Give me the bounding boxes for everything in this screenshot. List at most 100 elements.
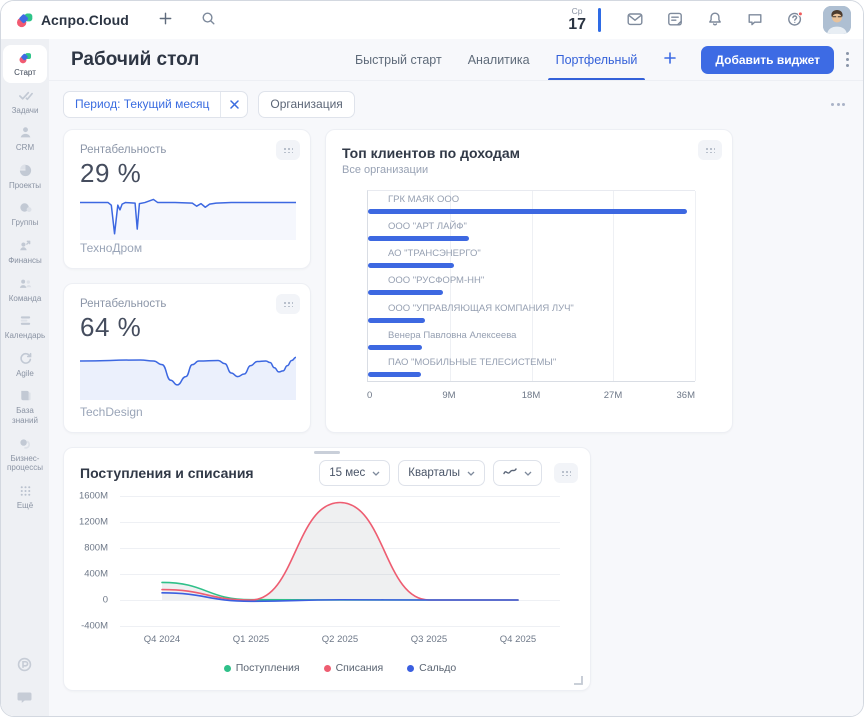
y-tick-label: -400M <box>81 621 108 632</box>
knowledge-base-icon <box>18 388 33 403</box>
bar-label: ООО "УПРАВЛЯЮЩАЯ КОМПАНИЯ ЛУЧ" <box>368 303 695 314</box>
sidebar-item-crm[interactable]: CRM <box>3 120 47 158</box>
more-menu-button[interactable] <box>842 47 853 72</box>
help-icon <box>786 10 804 31</box>
tab-1[interactable]: Быстрый старт <box>347 39 450 80</box>
sidebar-item-finance[interactable]: Финансы <box>3 233 47 271</box>
chart-type-select[interactable] <box>493 460 542 486</box>
add-tab-button[interactable] <box>657 50 683 69</box>
calendar-date[interactable]: Ср 17 <box>568 7 586 33</box>
bar <box>368 318 425 323</box>
sidebar-item-team[interactable]: Команда <box>3 271 47 309</box>
period-filter-label: Период: Текущий месяц <box>64 97 220 111</box>
notifications-button[interactable] <box>695 6 735 35</box>
user-avatar[interactable] <box>823 6 851 34</box>
sidebar-item-label: База знаний <box>3 406 47 425</box>
drag-dots-icon <box>283 147 293 153</box>
widget-resize-handle[interactable] <box>571 673 583 685</box>
sidebar-item-agile[interactable]: Agile <box>3 346 47 384</box>
period-filter-clear-button[interactable] <box>220 92 247 117</box>
company-label: TechDesign <box>80 405 143 419</box>
search-icon <box>200 10 217 30</box>
sidebar-item-groups[interactable]: Группы <box>3 195 47 233</box>
widget-drag-handle[interactable] <box>554 463 578 483</box>
cashflow-header: Поступления и списания 15 мес Кварталы <box>64 448 590 486</box>
add-widget-button[interactable]: Добавить виджет <box>701 46 834 74</box>
filters-more-button[interactable] <box>825 97 851 112</box>
sidebar-item-projects[interactable]: Проекты <box>3 158 47 196</box>
legend-label: Списания <box>336 662 384 674</box>
sidebar-item-more[interactable]: Ещё <box>3 478 47 516</box>
sidebar-item-start[interactable]: Старт <box>3 45 47 83</box>
period-filter-chip[interactable]: Период: Текущий месяц <box>63 91 248 118</box>
y-tick-label: 0 <box>103 595 108 606</box>
bar-row: АО "ТРАНСЭНЕРГО" <box>368 245 695 272</box>
page-header: Рабочий стол Быстрый стартАналитикаПортф… <box>49 39 863 81</box>
bar-label: АО "ТРАНСЭНЕРГО" <box>368 248 695 259</box>
cashflow-svg <box>120 496 560 626</box>
widget-drag-handle[interactable] <box>276 294 300 314</box>
plus-icon <box>157 10 174 30</box>
x-axis-labels: Q4 2024Q1 2025Q2 2025Q3 2025Q4 2025 <box>120 634 560 648</box>
y-tick-label: 1600M <box>79 491 108 502</box>
bar-row: ПАО "МОБИЛЬНЫЕ ТЕЛЕСИСТЕМЫ" <box>368 354 695 381</box>
sidebar-item-label: Финансы <box>8 256 42 266</box>
sidebar-item-business-processes[interactable]: Бизнес-процессы <box>3 431 47 478</box>
messages-button[interactable] <box>735 6 775 35</box>
legend-item[interactable]: Поступления <box>224 662 300 674</box>
widget-drag-handle[interactable] <box>276 140 300 160</box>
gridline <box>120 626 560 627</box>
chevron-down-icon <box>372 467 380 479</box>
gridline <box>695 191 696 381</box>
projects-icon <box>18 163 33 178</box>
y-tick-label: 400M <box>84 569 108 580</box>
legend-label: Поступления <box>236 662 300 674</box>
page-title: Рабочий стол <box>71 49 199 71</box>
mail-button[interactable] <box>615 6 655 35</box>
start-logo-icon <box>18 50 33 65</box>
sidebar-item-label: Проекты <box>9 181 41 191</box>
chart-legend: Поступления Списания Сальдо <box>120 662 560 674</box>
search-button[interactable] <box>196 6 221 34</box>
app-window: Аспро.Cloud Ср 17 СтартЗадачиCRM Проекты Г… <box>0 0 864 717</box>
top-clients-widget: Топ клиентов по доходам Все организации … <box>325 129 733 433</box>
tab-2[interactable]: Аналитика <box>460 39 538 80</box>
brand-name: Аспро.Cloud <box>41 12 129 28</box>
main-content: Рабочий стол Быстрый стартАналитикаПортф… <box>49 39 863 716</box>
drag-dots-icon <box>705 147 715 153</box>
filters-bar: Период: Текущий месяц Организация <box>63 81 851 127</box>
organization-filter-chip[interactable]: Организация <box>258 91 354 118</box>
dashboard-tabs: Быстрый стартАналитикаПортфельный <box>347 39 645 80</box>
legend-item[interactable]: Сальдо <box>407 662 456 674</box>
widget-subtitle: Все организации <box>342 164 716 176</box>
x-tick-label: 27M <box>604 390 622 401</box>
x-tick-label: Q1 2025 <box>233 634 269 645</box>
widget-resize-dash[interactable] <box>314 451 340 454</box>
profitability-value: 64 % <box>80 312 294 343</box>
sidebar-promo-button[interactable] <box>16 656 34 674</box>
create-button[interactable] <box>153 6 178 34</box>
notes-button[interactable] <box>655 6 695 35</box>
help-button[interactable] <box>775 6 815 35</box>
sidebar-item-tasks[interactable]: Задачи <box>3 83 47 121</box>
organization-filter-label: Организация <box>259 97 353 111</box>
drag-dots-icon <box>561 470 571 476</box>
widget-drag-handle[interactable] <box>698 140 722 160</box>
grouping-select[interactable]: Кварталы <box>398 460 485 486</box>
sidebar-item-calendar[interactable]: Календарь <box>3 308 47 346</box>
legend-dot-icon <box>224 665 231 672</box>
range-select[interactable]: 15 мес <box>319 460 390 486</box>
x-tick-label: Q2 2025 <box>322 634 358 645</box>
sidebar-item-label: Команда <box>9 294 42 304</box>
tab-3[interactable]: Портфельный <box>548 39 646 80</box>
sidebar-item-knowledge-base[interactable]: База знаний <box>3 383 47 430</box>
bar-row: ГРК МАЯК ООО <box>368 191 695 218</box>
sidebar-item-label: Agile <box>16 369 34 379</box>
bar <box>368 345 422 350</box>
sidebar-support-button[interactable] <box>16 688 34 706</box>
legend-item[interactable]: Списания <box>324 662 384 674</box>
app-logo-icon <box>15 10 35 30</box>
more-icon <box>18 483 33 498</box>
bar-label: ПАО "МОБИЛЬНЫЕ ТЕЛЕСИСТЕМЫ" <box>368 357 695 368</box>
business-processes-icon <box>18 436 33 451</box>
